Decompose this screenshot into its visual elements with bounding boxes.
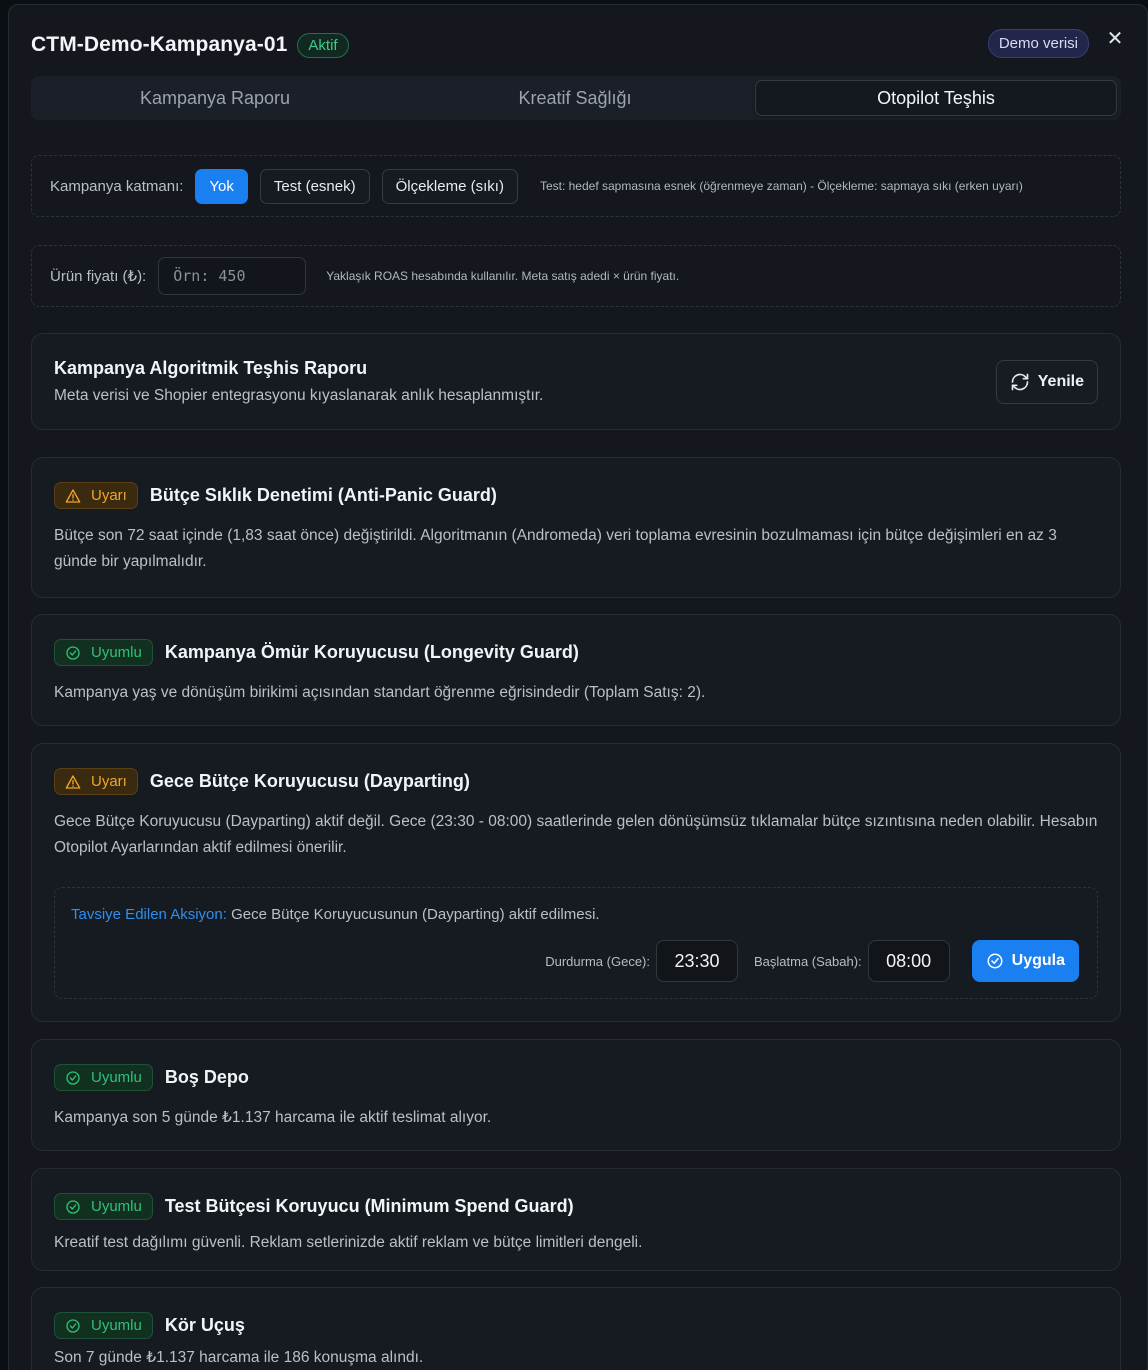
status-pill: Uyarı <box>54 482 138 509</box>
status-pill: Uyumlu <box>54 1064 153 1091</box>
recommended-action-text: Gece Bütçe Koruyucusunun (Dayparting) ak… <box>226 906 600 923</box>
diagnostic-title: Kampanya Ömür Koruyucusu (Longevity Guar… <box>164 642 579 662</box>
diagnostic-title: Kör Uçuş <box>164 1315 245 1335</box>
diagnostic-card: Uyumlu Kampanya Ömür Koruyucusu (Longevi… <box>31 614 1121 726</box>
campaign-title: CTM-Demo-Kampanya-01 <box>31 33 288 56</box>
diagnosis-modal: CTM-Demo-Kampanya-01 Aktif Demo verisi ✕… <box>8 4 1148 1370</box>
status-pill: Uyumlu <box>54 1312 153 1339</box>
report-subtitle: Meta verisi ve Shopier entegrasyonu kıya… <box>54 387 544 404</box>
refresh-label: Yenile <box>1037 373 1084 390</box>
diagnostic-body: Son 7 günde ₺1.137 harcama ile 186 konuş… <box>54 1349 424 1366</box>
tier-label: Kampanya katmanı: <box>50 177 184 195</box>
status-badge: Aktif <box>297 32 349 58</box>
tab-creative-health[interactable]: Kreatif Sağlığı <box>395 80 755 116</box>
tier-option-none[interactable]: Yok <box>195 168 248 204</box>
apply-button[interactable]: Uygula <box>971 940 1079 982</box>
warning-icon <box>65 774 81 789</box>
status-pill: Uyumlu <box>54 639 153 666</box>
warning-icon <box>65 488 81 503</box>
modal-header: CTM-Demo-Kampanya-01 Aktif Demo verisi ✕ <box>31 27 1125 63</box>
start-time-input[interactable]: 08:00 <box>867 940 950 982</box>
check-circle-icon <box>66 1318 80 1333</box>
recommended-action: Tavsiye Edilen Aksiyon: Gece Bütçe Koruy… <box>71 906 1081 923</box>
report-title: Kampanya Algoritmik Teşhis Raporu <box>54 358 368 378</box>
diagnostic-card: Uyumlu Kör Uçuş Son 7 günde ₺1.137 harca… <box>31 1287 1121 1370</box>
refresh-button[interactable]: Yenile <box>995 360 1098 404</box>
refresh-icon <box>1011 373 1029 391</box>
check-circle-icon <box>66 1070 80 1085</box>
tab-bar: Kampanya Raporu Kreatif Sağlığı Otopilot… <box>31 76 1121 120</box>
recommended-action-key: Tavsiye Edilen Aksiyon: <box>71 906 227 923</box>
stop-time-label: Durdurma (Gece): <box>545 953 650 969</box>
start-time-label: Başlatma (Sabah): <box>753 953 862 969</box>
diagnostic-title: Test Bütçesi Koruyucu (Minimum Spend Gua… <box>164 1196 574 1216</box>
dayparting-controls: Durdurma (Gece): 23:30 Başlatma (Sabah):… <box>545 940 1079 982</box>
price-hint: Yaklaşık ROAS hesabında kullanılır. Meta… <box>326 269 680 283</box>
stop-time-input[interactable]: 23:30 <box>655 940 738 982</box>
tier-hint: Test: hedef sapmasına esnek (öğrenmeye z… <box>539 179 1023 193</box>
tab-campaign-report[interactable]: Kampanya Raporu <box>35 80 395 116</box>
diagnostic-title: Boş Depo <box>164 1067 249 1087</box>
diagnostic-body: Bütçe son 72 saat içinde (1,83 saat önce… <box>54 527 1057 570</box>
tier-option-test[interactable]: Test (esnek) <box>259 168 370 204</box>
check-circle-icon <box>987 953 1003 969</box>
diagnostic-card: Uyarı Bütçe Sıklık Denetimi (Anti-Panic … <box>31 457 1121 598</box>
diagnostic-title: Gece Bütçe Koruyucusu (Dayparting) <box>149 771 470 791</box>
diagnostic-card: Uyumlu Boş Depo Kampanya son 5 günde ₺1.… <box>31 1039 1121 1151</box>
diagnostic-card: Uyumlu Test Bütçesi Koruyucu (Minimum Sp… <box>31 1168 1121 1271</box>
price-row: Ürün fiyatı (₺): Yaklaşık ROAS hesabında… <box>31 245 1121 307</box>
tier-option-scaling[interactable]: Ölçekleme (sıkı) <box>381 168 518 204</box>
diagnostic-body: Gece Bütçe Koruyucusu (Dayparting) aktif… <box>54 813 1098 856</box>
diagnostic-body: Kampanya yaş ve dönüşüm birikimi açısınd… <box>54 684 706 701</box>
check-circle-icon <box>66 1199 80 1214</box>
demo-data-badge: Demo verisi <box>987 29 1089 58</box>
recommended-action-box: Tavsiye Edilen Aksiyon: Gece Bütçe Koruy… <box>54 887 1098 999</box>
diagnostic-body: Kreatif test dağılımı güvenli. Reklam se… <box>54 1234 643 1251</box>
tier-selector-row: Kampanya katmanı: Yok Test (esnek) Ölçek… <box>31 155 1121 217</box>
diagnostic-title: Bütçe Sıklık Denetimi (Anti-Panic Guard) <box>149 485 497 505</box>
check-circle-icon <box>66 645 80 660</box>
tab-autopilot-diagnosis[interactable]: Otopilot Teşhis <box>755 80 1117 116</box>
diagnostic-body: Kampanya son 5 günde ₺1.137 harcama ile … <box>54 1109 492 1126</box>
status-pill: Uyumlu <box>54 1193 153 1220</box>
report-card: Kampanya Algoritmik Teşhis Raporu Meta v… <box>31 333 1121 430</box>
price-label: Ürün fiyatı (₺): <box>50 268 147 285</box>
diagnostic-card: Uyarı Gece Bütçe Koruyucusu (Dayparting)… <box>31 743 1121 1022</box>
close-icon[interactable]: ✕ <box>1103 27 1127 51</box>
price-input[interactable] <box>158 257 307 295</box>
status-pill: Uyarı <box>54 768 138 795</box>
